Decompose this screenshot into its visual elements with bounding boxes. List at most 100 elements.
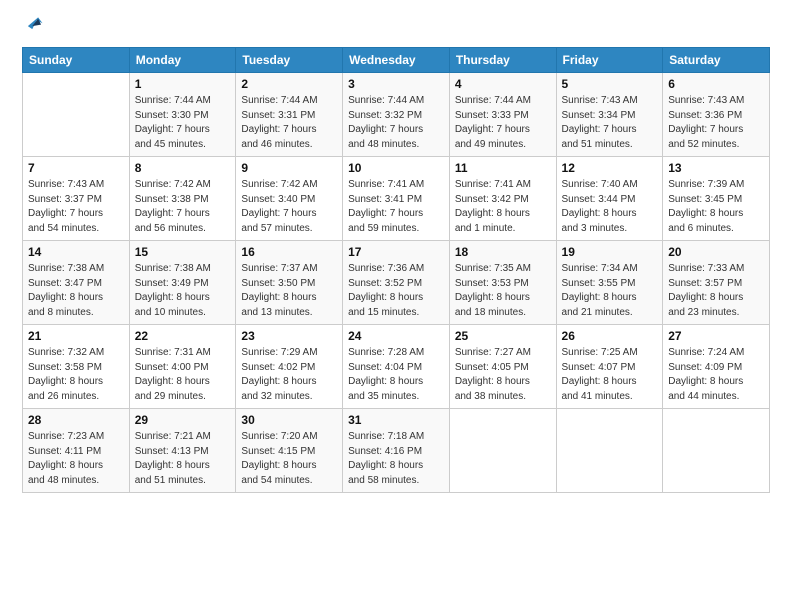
day-number: 14 [28,245,124,259]
day-cell: 26Sunrise: 7:25 AM Sunset: 4:07 PM Dayli… [556,325,663,409]
day-cell: 12Sunrise: 7:40 AM Sunset: 3:44 PM Dayli… [556,157,663,241]
day-info: Sunrise: 7:42 AM Sunset: 3:38 PM Dayligh… [135,178,231,236]
day-info: Sunrise: 7:44 AM Sunset: 3:31 PM Dayligh… [241,94,337,152]
col-header-friday: Friday [556,48,663,73]
week-row-1: 1 Sunrise: 7:44 AM Sunset: 3:30 PM Daylig… [23,73,770,157]
day-info: Sunrise: 7:41 AM Sunset: 3:41 PM Dayligh… [348,178,444,236]
day-info: Sunrise: 7:20 AM Sunset: 4:15 PM Dayligh… [241,430,337,488]
day-cell: 30 Sunrise: 7:20 AM Sunset: 4:15 PM Dayli… [236,409,343,493]
day-cell: 29 Sunrise: 7:21 AM Sunset: 4:13 PM Dayli… [129,409,236,493]
day-number: 29 [135,413,231,427]
day-cell: 8 Sunrise: 7:42 AM Sunset: 3:38 PM Daylig… [129,157,236,241]
week-row-5: 28Sunrise: 7:23 AM Sunset: 4:11 PM Dayli… [23,409,770,493]
day-info: Sunrise: 7:38 AM Sunset: 3:47 PM Dayligh… [28,262,124,320]
day-info: Sunrise: 7:28 AM Sunset: 4:04 PM Dayligh… [348,346,444,404]
day-info: Sunrise: 7:32 AM Sunset: 3:58 PM Dayligh… [28,346,124,404]
day-info: Sunrise: 7:24 AM Sunset: 4:09 PM Dayligh… [668,346,764,404]
day-number: 6 [668,77,764,91]
header-row: SundayMondayTuesdayWednesdayThursdayFrid… [23,48,770,73]
day-info: Sunrise: 7:34 AM Sunset: 3:55 PM Dayligh… [562,262,658,320]
day-cell: 2Sunrise: 7:44 AM Sunset: 3:31 PM Daylig… [236,73,343,157]
day-number: 11 [455,161,551,175]
day-info: Sunrise: 7:42 AM Sunset: 3:40 PM Dayligh… [241,178,337,236]
day-number: 21 [28,329,124,343]
day-info: Sunrise: 7:37 AM Sunset: 3:50 PM Dayligh… [241,262,337,320]
day-cell: 9 Sunrise: 7:42 AM Sunset: 3:40 PM Daylig… [236,157,343,241]
day-number: 30 [241,413,337,427]
day-cell: 4 Sunrise: 7:44 AM Sunset: 3:33 PM Daylig… [449,73,556,157]
day-info: Sunrise: 7:44 AM Sunset: 3:33 PM Dayligh… [455,94,551,152]
day-cell: 19Sunrise: 7:34 AM Sunset: 3:55 PM Dayli… [556,241,663,325]
calendar-table: SundayMondayTuesdayWednesdayThursdayFrid… [22,47,770,493]
day-number: 22 [135,329,231,343]
day-cell: 25Sunrise: 7:27 AM Sunset: 4:05 PM Dayli… [449,325,556,409]
week-row-2: 7 Sunrise: 7:43 AM Sunset: 3:37 PM Daylig… [23,157,770,241]
day-cell: 24 Sunrise: 7:28 AM Sunset: 4:04 PM Dayli… [343,325,450,409]
day-cell: 15 Sunrise: 7:38 AM Sunset: 3:49 PM Dayli… [129,241,236,325]
day-cell: 7 Sunrise: 7:43 AM Sunset: 3:37 PM Daylig… [23,157,130,241]
day-info: Sunrise: 7:29 AM Sunset: 4:02 PM Dayligh… [241,346,337,404]
day-cell: 31Sunrise: 7:18 AM Sunset: 4:16 PM Dayli… [343,409,450,493]
day-cell: 16 Sunrise: 7:37 AM Sunset: 3:50 PM Dayli… [236,241,343,325]
day-number: 17 [348,245,444,259]
day-number: 16 [241,245,337,259]
day-cell: 22Sunrise: 7:31 AM Sunset: 4:00 PM Dayli… [129,325,236,409]
day-info: Sunrise: 7:21 AM Sunset: 4:13 PM Dayligh… [135,430,231,488]
day-info: Sunrise: 7:39 AM Sunset: 3:45 PM Dayligh… [668,178,764,236]
day-cell [449,409,556,493]
day-info: Sunrise: 7:44 AM Sunset: 3:32 PM Dayligh… [348,94,444,152]
day-number: 24 [348,329,444,343]
day-cell: 21 Sunrise: 7:32 AM Sunset: 3:58 PM Dayli… [23,325,130,409]
page: SundayMondayTuesdayWednesdayThursdayFrid… [0,0,792,612]
week-row-3: 14 Sunrise: 7:38 AM Sunset: 3:47 PM Dayli… [23,241,770,325]
col-header-thursday: Thursday [449,48,556,73]
day-cell: 1 Sunrise: 7:44 AM Sunset: 3:30 PM Daylig… [129,73,236,157]
day-number: 18 [455,245,551,259]
day-cell: 5Sunrise: 7:43 AM Sunset: 3:34 PM Daylig… [556,73,663,157]
day-number: 7 [28,161,124,175]
day-cell: 23 Sunrise: 7:29 AM Sunset: 4:02 PM Dayli… [236,325,343,409]
col-header-wednesday: Wednesday [343,48,450,73]
day-info: Sunrise: 7:41 AM Sunset: 3:42 PM Dayligh… [455,178,551,236]
day-info: Sunrise: 7:44 AM Sunset: 3:30 PM Dayligh… [135,94,231,152]
day-cell: 18Sunrise: 7:35 AM Sunset: 3:53 PM Dayli… [449,241,556,325]
day-info: Sunrise: 7:36 AM Sunset: 3:52 PM Dayligh… [348,262,444,320]
day-number: 1 [135,77,231,91]
col-header-monday: Monday [129,48,236,73]
day-number: 5 [562,77,658,91]
day-info: Sunrise: 7:43 AM Sunset: 3:36 PM Dayligh… [668,94,764,152]
day-cell: 28Sunrise: 7:23 AM Sunset: 4:11 PM Dayli… [23,409,130,493]
logo-icon [22,10,44,32]
day-number: 4 [455,77,551,91]
header [22,18,770,37]
day-number: 27 [668,329,764,343]
day-number: 13 [668,161,764,175]
day-number: 8 [135,161,231,175]
day-number: 10 [348,161,444,175]
day-number: 31 [348,413,444,427]
day-cell: 14 Sunrise: 7:38 AM Sunset: 3:47 PM Dayli… [23,241,130,325]
day-info: Sunrise: 7:27 AM Sunset: 4:05 PM Dayligh… [455,346,551,404]
day-cell: 20 Sunrise: 7:33 AM Sunset: 3:57 PM Dayli… [663,241,770,325]
day-number: 26 [562,329,658,343]
day-cell: 27 Sunrise: 7:24 AM Sunset: 4:09 PM Dayli… [663,325,770,409]
day-cell [23,73,130,157]
col-header-tuesday: Tuesday [236,48,343,73]
day-number: 15 [135,245,231,259]
col-header-sunday: Sunday [23,48,130,73]
day-cell [663,409,770,493]
day-info: Sunrise: 7:38 AM Sunset: 3:49 PM Dayligh… [135,262,231,320]
day-number: 23 [241,329,337,343]
day-cell: 3Sunrise: 7:44 AM Sunset: 3:32 PM Daylig… [343,73,450,157]
day-number: 9 [241,161,337,175]
day-cell: 11 Sunrise: 7:41 AM Sunset: 3:42 PM Dayli… [449,157,556,241]
day-info: Sunrise: 7:33 AM Sunset: 3:57 PM Dayligh… [668,262,764,320]
day-info: Sunrise: 7:43 AM Sunset: 3:37 PM Dayligh… [28,178,124,236]
col-header-saturday: Saturday [663,48,770,73]
week-row-4: 21 Sunrise: 7:32 AM Sunset: 3:58 PM Dayli… [23,325,770,409]
day-number: 20 [668,245,764,259]
day-cell: 17 Sunrise: 7:36 AM Sunset: 3:52 PM Dayli… [343,241,450,325]
day-cell: 13 Sunrise: 7:39 AM Sunset: 3:45 PM Dayli… [663,157,770,241]
day-cell: 6 Sunrise: 7:43 AM Sunset: 3:36 PM Daylig… [663,73,770,157]
day-info: Sunrise: 7:40 AM Sunset: 3:44 PM Dayligh… [562,178,658,236]
